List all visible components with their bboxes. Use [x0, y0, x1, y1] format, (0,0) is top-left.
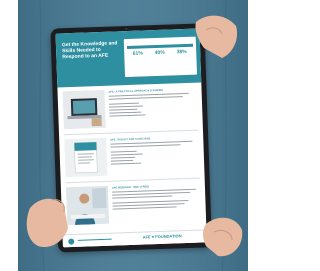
- tablet-camera: [125, 27, 128, 30]
- section-webinar-title: AFE WEBINAR: 'OBS' (FREE): [111, 185, 150, 190]
- footer-logo: AFE ♥ FOUNDATION: [142, 233, 182, 240]
- footer: AFE ♥ FOUNDATION: [62, 229, 207, 248]
- tablet-screen: Get the Knowledge and Skills Needed to R…: [55, 28, 207, 248]
- tablet-device: Get the Knowledge and Skills Needed to R…: [50, 23, 213, 253]
- booklet-image: [64, 137, 108, 178]
- text-line: [112, 206, 177, 211]
- section-course[interactable]: AFE: A PRACTICAL APPROACH (COURSE): [62, 87, 198, 136]
- laptop-image: [62, 89, 106, 130]
- stat-3: 38%: [171, 49, 192, 57]
- text-line: [109, 111, 142, 115]
- section-course-title: AFE: A PRACTICAL APPROACH (COURSE): [108, 88, 164, 94]
- text-line: [109, 114, 146, 118]
- text-line: [110, 159, 134, 163]
- stats-card: 61% 40% 38%: [123, 36, 198, 78]
- footer-link-line: [77, 238, 112, 242]
- stat-1: 61%: [127, 50, 148, 58]
- stat-1-label: [127, 57, 148, 58]
- hero-banner: Get the Knowledge and Skills Needed to R…: [55, 28, 202, 88]
- text-line: [111, 162, 142, 166]
- hero-title: Get the Knowledge and Skills Needed to R…: [61, 40, 118, 61]
- text-line: [110, 150, 137, 154]
- stat-2: 40%: [149, 50, 170, 58]
- text-line: [110, 153, 143, 157]
- stats-heading: [127, 39, 193, 41]
- text-line: [108, 96, 183, 101]
- footer-badge-icon: [68, 238, 75, 245]
- stat-2-number: 40%: [154, 49, 165, 57]
- text-line: [108, 102, 140, 106]
- stat-1-number: 61%: [132, 50, 143, 57]
- stat-2-label: [149, 57, 170, 58]
- text-line: [109, 108, 138, 112]
- stat-3-label: [171, 56, 192, 57]
- product-photo: Get the Knowledge and Skills Needed to R…: [0, 0, 266, 271]
- text-line: [110, 156, 135, 160]
- text-line: [109, 105, 144, 109]
- clinician-image: [65, 185, 110, 226]
- section-toolkit-title: AFE TOOLKIT FOR CLINICIANS: [110, 137, 151, 142]
- section-webinar[interactable]: AFE WEBINAR: 'OBS' (FREE): [65, 183, 201, 232]
- section-toolkit[interactable]: AFE TOOLKIT FOR CLINICIANS: [64, 135, 199, 184]
- stat-3-number: 38%: [176, 48, 187, 56]
- text-line: [110, 144, 181, 149]
- text-line: [112, 195, 173, 200]
